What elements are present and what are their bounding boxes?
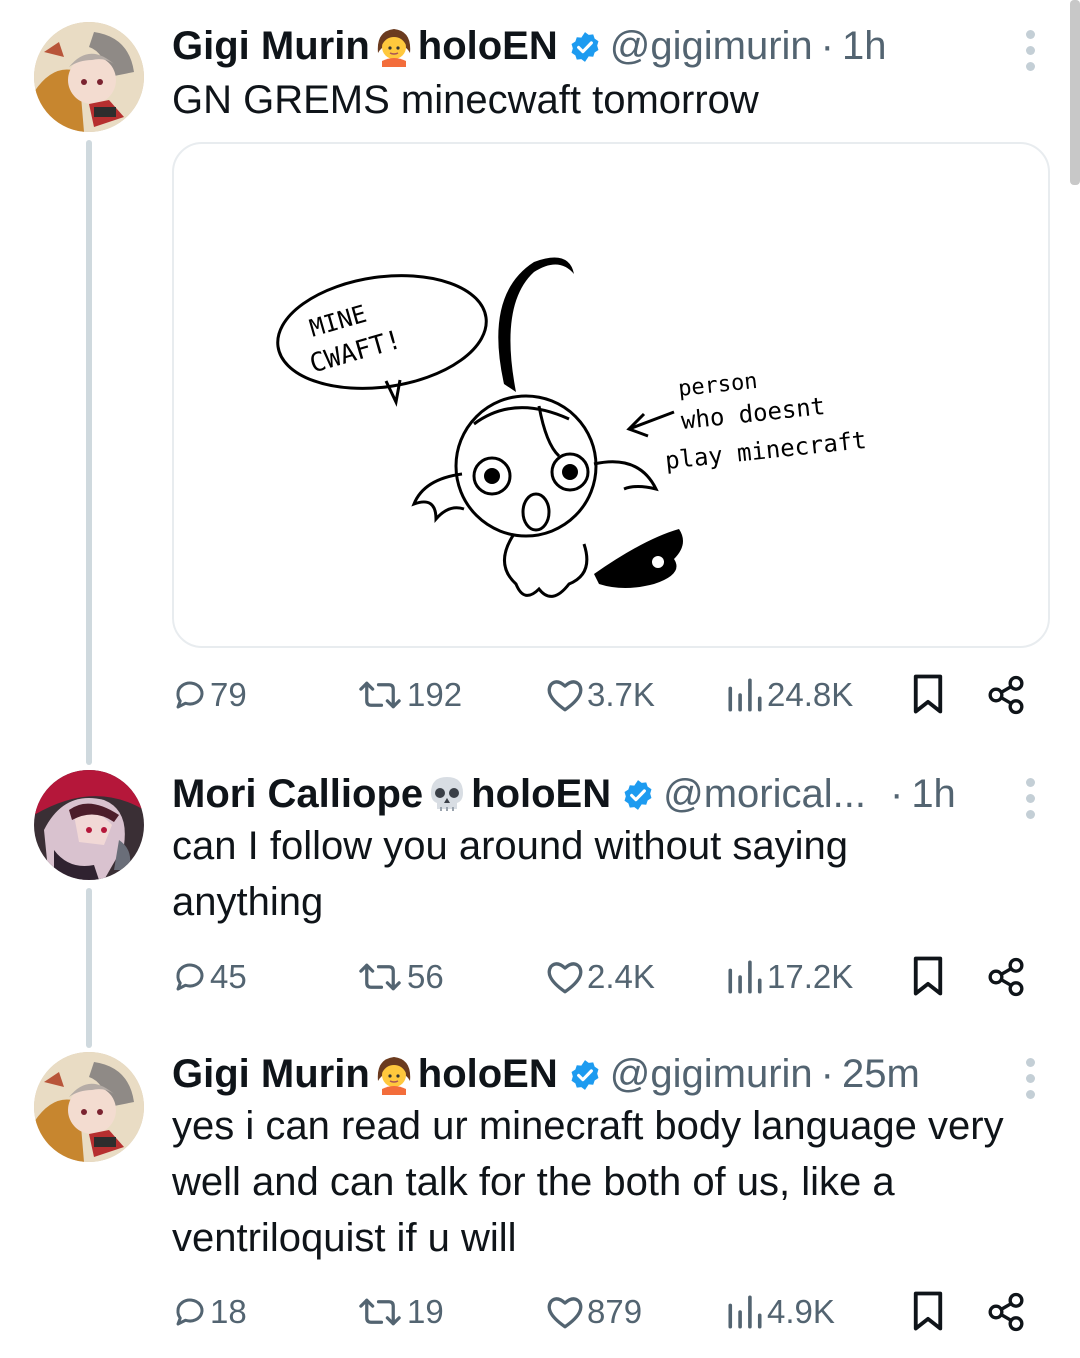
verified-badge-icon <box>568 1055 602 1090</box>
repost-button[interactable]: 56 <box>355 955 444 999</box>
like-count: 879 <box>587 1293 643 1330</box>
girl-emoji-icon <box>372 1051 416 1095</box>
tweet-actions: 79 192 3.7K 24.8K <box>0 673 1080 717</box>
like-count: 2.4K <box>587 958 655 995</box>
repost-button[interactable]: 19 <box>355 1290 444 1334</box>
timestamp[interactable]: 25m <box>842 1052 920 1096</box>
repost-icon <box>359 963 401 991</box>
display-name[interactable]: Gigi Murin <box>172 24 370 68</box>
more-options-icon[interactable] <box>1024 30 1036 78</box>
reply-count: 45 <box>210 958 247 995</box>
reply-icon <box>176 681 204 709</box>
note-text-line1: person <box>677 369 759 402</box>
handle[interactable]: @morical... <box>663 772 866 816</box>
handle[interactable]: @gigimurin <box>610 1052 813 1096</box>
drawing-illustration: MINE CWAFT! person who doesnt play minec… <box>276 257 868 598</box>
like-count: 3.7K <box>587 676 655 713</box>
tweet-header: Mori Calliope holoEN @morical... · 1h <box>172 770 956 818</box>
tweet-header: Gigi Murin holoEN @gigimurin · 25m <box>172 1050 920 1098</box>
avatar[interactable] <box>34 22 144 132</box>
skull-emoji-icon <box>425 771 469 815</box>
tweet-text: can I follow you around without saying a… <box>172 824 848 924</box>
heart-icon <box>547 680 583 712</box>
repost-icon <box>359 1298 401 1326</box>
tweet-text: GN GREMS minecwaft tomorrow <box>172 78 759 122</box>
tweet[interactable]: Gigi Murin holoEN @gigimurin · 25m yes i can… <box>0 1040 1080 1358</box>
views-button[interactable]: 24.8K <box>725 673 853 717</box>
view-count: 24.8K <box>767 676 854 713</box>
like-button[interactable]: 879 <box>545 1290 642 1334</box>
tweet-header: Gigi Murin holoEN @gigimurin · 1h <box>172 22 886 70</box>
views-chart-icon <box>728 1295 762 1329</box>
tweet-actions: 18 19 879 4.9K <box>0 1290 1080 1334</box>
separator-dot: · <box>820 1052 834 1096</box>
reply-button[interactable]: 79 <box>172 673 247 717</box>
repost-count: 56 <box>407 958 444 995</box>
reply-icon <box>176 1298 204 1326</box>
org-name[interactable]: holoEN <box>471 772 611 816</box>
repost-button[interactable]: 192 <box>355 673 462 717</box>
bookmark-icon[interactable] <box>910 673 946 720</box>
tweet-actions: 45 56 2.4K 17.2K <box>0 955 1080 999</box>
views-button[interactable]: 17.2K <box>725 955 853 999</box>
views-chart-icon <box>728 678 762 712</box>
avatar[interactable] <box>34 1052 144 1162</box>
tweet-image[interactable]: MINE CWAFT! person who doesnt play minec… <box>172 142 1050 648</box>
reply-count: 18 <box>210 1293 247 1330</box>
handle[interactable]: @gigimurin <box>610 24 813 68</box>
reply-icon <box>176 963 204 991</box>
share-icon[interactable] <box>985 1292 1027 1337</box>
repost-icon <box>359 681 401 709</box>
avatar[interactable] <box>34 770 144 880</box>
reply-count: 79 <box>210 676 247 713</box>
reply-button[interactable]: 18 <box>172 1290 247 1334</box>
separator-dot: · <box>820 24 834 68</box>
reply-button[interactable]: 45 <box>172 955 247 999</box>
heart-icon <box>547 962 583 994</box>
display-name[interactable]: Gigi Murin <box>172 1052 370 1096</box>
repost-count: 192 <box>407 676 463 713</box>
girl-emoji-icon <box>372 23 416 67</box>
like-button[interactable]: 3.7K <box>545 673 655 717</box>
views-chart-icon <box>728 960 762 994</box>
verified-badge-icon <box>568 27 602 62</box>
timestamp[interactable]: 1h <box>842 24 887 68</box>
share-icon[interactable] <box>985 675 1027 720</box>
more-options-icon[interactable] <box>1024 778 1036 826</box>
view-count: 4.9K <box>767 1293 835 1330</box>
verified-badge-icon <box>621 775 655 810</box>
views-button[interactable]: 4.9K <box>725 1290 835 1334</box>
view-count: 17.2K <box>767 958 854 995</box>
share-icon[interactable] <box>985 957 1027 1002</box>
tweet-text: yes i can read ur minecraft body languag… <box>172 1104 1004 1260</box>
heart-icon <box>547 1297 583 1329</box>
bookmark-icon[interactable] <box>910 1290 946 1337</box>
bookmark-icon[interactable] <box>910 955 946 1002</box>
org-name[interactable]: holoEN <box>418 24 558 68</box>
tweet[interactable]: Mori Calliope holoEN @morical... · 1h can I … <box>0 760 1080 1050</box>
repost-count: 19 <box>407 1293 444 1330</box>
tweet[interactable]: Gigi Murin holoEN @gigimurin · 1h GN GREMS m… <box>0 0 1080 740</box>
separator-dot: · <box>889 772 904 816</box>
like-button[interactable]: 2.4K <box>545 955 655 999</box>
org-name[interactable]: holoEN <box>418 1052 558 1096</box>
display-name[interactable]: Mori Calliope <box>172 772 423 816</box>
timestamp[interactable]: 1h <box>911 772 956 816</box>
